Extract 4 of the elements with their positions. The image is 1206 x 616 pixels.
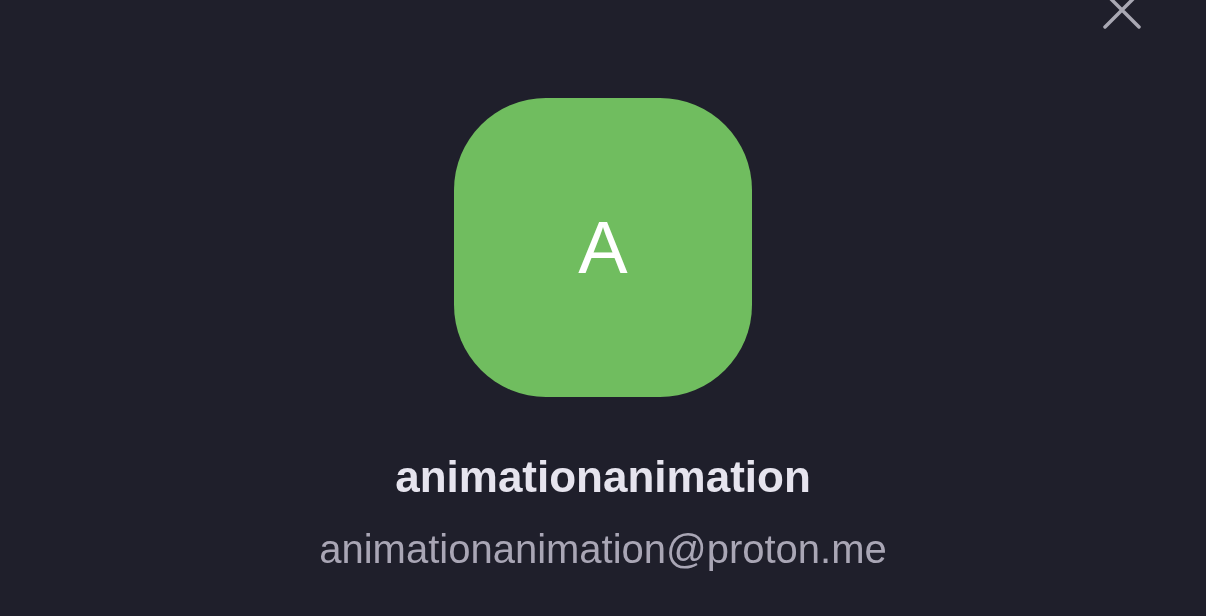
account-email: animationanimation@proton.me [319, 526, 887, 573]
close-icon[interactable] [1102, 0, 1142, 30]
avatar: A [454, 98, 752, 397]
account-name: animationanimation [395, 451, 811, 503]
